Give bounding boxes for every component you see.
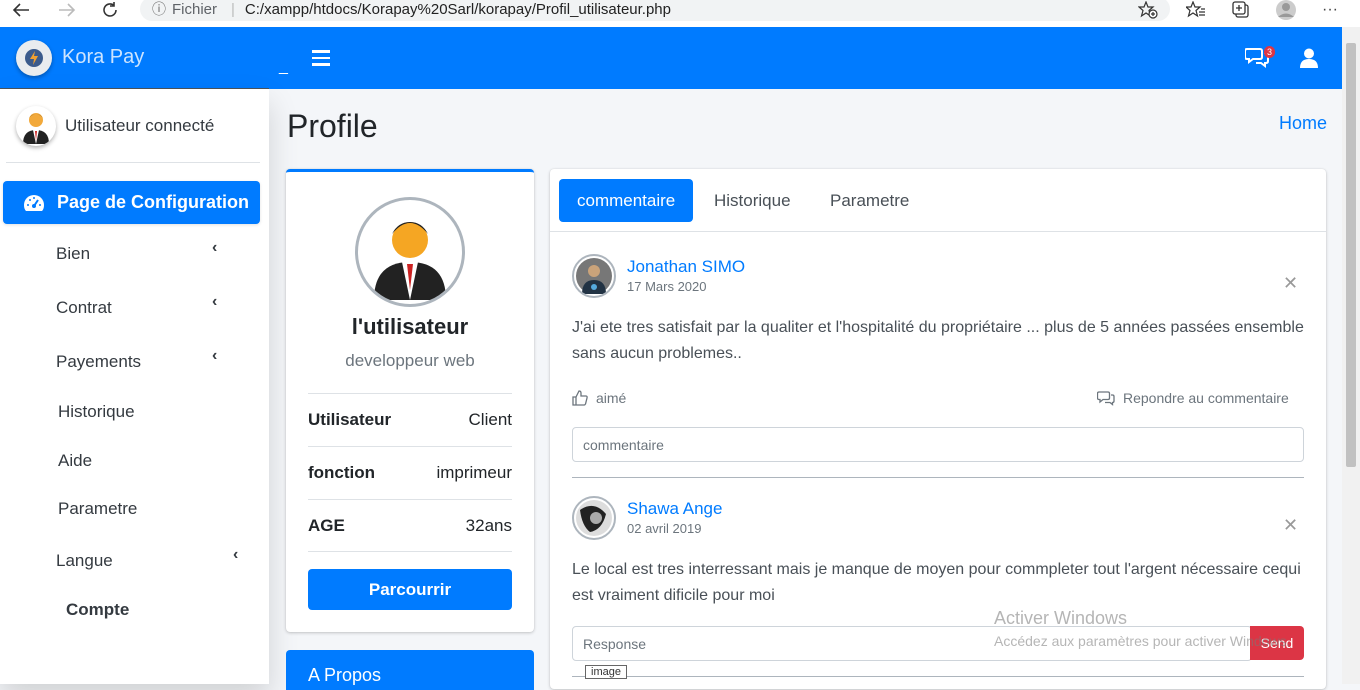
sidebar-item-payements[interactable]: Payements: [56, 352, 141, 372]
sidebar-item-bien[interactable]: Bien: [56, 244, 90, 264]
image-tooltip: image: [585, 665, 627, 679]
about-card-header: A Propos: [286, 650, 534, 690]
profile-row-label: Utilisateur: [308, 410, 392, 429]
thumbs-up-icon: [572, 390, 588, 406]
profile-name: l'utilisateur: [351, 314, 469, 339]
activation-watermark-title: Activer Windows: [994, 608, 1128, 628]
tab-bar: commentaire Historique Parametre: [550, 169, 1326, 232]
address-bar[interactable]: ⓘ Fichier | C:/xampp/htdocs/Korapay%20Sa…: [140, 0, 1170, 21]
post-divider: [572, 676, 1304, 677]
chevron-left-icon[interactable]: ‹: [212, 347, 217, 365]
sidebar-item-configuration-label: Page de Configuration: [57, 192, 250, 212]
profile-row-label: fonction: [308, 463, 376, 482]
reply-label: Repondre au commentaire: [1123, 390, 1289, 406]
browse-button[interactable]: Parcourrir: [308, 569, 512, 610]
more-menu-icon[interactable]: ···: [1322, 0, 1338, 20]
favorites-icon[interactable]: [1186, 0, 1206, 20]
sidebar-item-aide[interactable]: Aide: [58, 451, 92, 471]
profile-row-label: AGE: [308, 515, 345, 535]
user-panel[interactable]: Utilisateur connecté: [6, 89, 260, 163]
profile-row: Utilisateur Client: [308, 393, 512, 446]
user-avatar-icon: [16, 105, 56, 146]
chevron-left-icon[interactable]: ‹: [212, 239, 217, 257]
back-arrow-icon[interactable]: [12, 0, 30, 20]
sidebar-item-langue[interactable]: Langue: [56, 551, 113, 571]
url-text[interactable]: C:/xampp/htdocs/Korapay%20Sarl/korapay/P…: [245, 1, 671, 18]
post-date: 02 avril 2019: [627, 521, 702, 536]
post-avatar-icon: [572, 496, 616, 540]
profile-row: fonction imprimeur: [308, 446, 512, 499]
forward-arrow-icon[interactable]: [58, 0, 76, 20]
post-text: J'ai ete tres satisfait par la qualiter …: [572, 319, 1304, 362]
page-title: Profile: [287, 108, 378, 144]
activity-card: commentaire Historique Parametre Jonatha…: [550, 169, 1326, 689]
close-icon[interactable]: ✕: [1283, 273, 1298, 294]
user-name: Utilisateur connecté: [65, 115, 215, 135]
page-scrollbar[interactable]: [1342, 27, 1360, 684]
post-date: 17 Mars 2020: [627, 279, 707, 294]
sidebar-item-historique[interactable]: Historique: [58, 402, 135, 422]
sidebar-item-compte[interactable]: Compte: [66, 600, 129, 620]
address-separator: |: [231, 0, 235, 18]
dashboard-gauge-icon: [24, 194, 44, 211]
like-button[interactable]: aimé: [572, 390, 626, 406]
scheme-label: Fichier: [172, 0, 218, 18]
profile-row-value: Client: [468, 410, 512, 429]
scrollbar-thumb[interactable]: [1346, 43, 1356, 467]
brand-logo-icon: [16, 39, 52, 76]
like-label: aimé: [596, 390, 627, 406]
reload-icon[interactable]: [101, 0, 119, 20]
brand-name: Kora Pay: [62, 46, 145, 68]
post-text: Le local est tres interressant mais je m…: [572, 561, 1301, 604]
profile-row-value: 32ans: [465, 515, 512, 535]
menu-toggle-icon[interactable]: [312, 50, 330, 66]
profile-row-value: imprimeur: [436, 463, 512, 482]
chevron-left-icon[interactable]: ‹: [212, 293, 217, 311]
reply-button[interactable]: Repondre au commentaire: [1097, 390, 1289, 406]
comment-input[interactable]: commentaire: [572, 427, 1304, 462]
post-divider: [572, 477, 1304, 478]
comments-icon: [1097, 391, 1115, 406]
navbar-underscore: _: [279, 58, 288, 75]
tab-parametre[interactable]: Parametre: [812, 179, 927, 222]
info-icon[interactable]: ⓘ: [152, 0, 166, 19]
tab-commentaire[interactable]: commentaire: [559, 179, 694, 222]
user-icon[interactable]: [1300, 48, 1318, 73]
add-favorite-icon[interactable]: [1138, 0, 1158, 20]
collections-icon[interactable]: [1232, 0, 1250, 20]
activation-watermark-text: Accédez aux paramètres pour activer Wind…: [994, 633, 1291, 649]
tab-historique[interactable]: Historique: [696, 179, 809, 222]
brand-link[interactable]: Kora Pay: [0, 27, 269, 89]
profile-icon[interactable]: [1275, 0, 1297, 20]
sidebar-item-parametre[interactable]: Parametre: [58, 499, 137, 519]
profile-card: l'utilisateur developpeur web Utilisateu…: [286, 169, 534, 632]
notification-badge: 3: [1264, 46, 1276, 58]
sidebar-item-configuration[interactable]: Page de Configuration: [3, 181, 260, 224]
browser-toolbar: ⓘ Fichier | C:/xampp/htdocs/Korapay%20Sa…: [0, 0, 1360, 27]
profile-avatar-icon: [355, 197, 465, 307]
sidebar: Utilisateur connecté Page de Configurati…: [0, 89, 269, 684]
profile-role: developpeur web: [345, 351, 475, 370]
profile-row: AGE 32ans: [308, 499, 512, 552]
sidebar-item-contrat[interactable]: Contrat: [56, 298, 112, 318]
close-icon[interactable]: ✕: [1283, 515, 1298, 536]
breadcrumb-home[interactable]: Home: [1279, 113, 1327, 134]
post-author[interactable]: Shawa Ange: [627, 499, 722, 519]
post-author[interactable]: Jonathan SIMO: [627, 257, 745, 277]
chevron-left-icon[interactable]: ‹: [233, 546, 238, 564]
post-avatar-icon: [572, 254, 616, 298]
